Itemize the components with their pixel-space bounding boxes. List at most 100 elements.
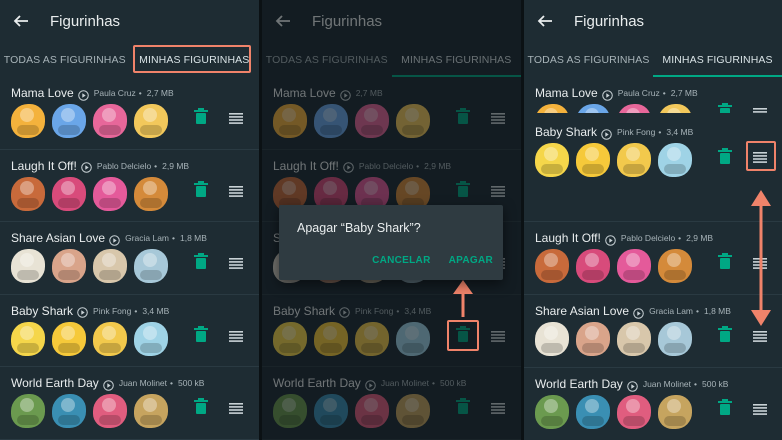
confirm-delete-button[interactable]: APAGAR <box>449 255 493 266</box>
separator-dot: • <box>396 305 400 316</box>
pack-name: Laugh It Off! <box>11 158 77 173</box>
back-arrow-icon[interactable] <box>274 12 292 30</box>
play-preview-icon[interactable] <box>601 127 612 140</box>
pack-row[interactable]: Mama Love Paula Cruz • 2,7 MB <box>524 77 782 113</box>
trash-icon[interactable] <box>194 253 208 269</box>
separator-dot: • <box>138 88 142 98</box>
back-arrow-icon[interactable] <box>536 12 554 30</box>
pack-size: 3,4 MB <box>666 127 694 137</box>
trash-icon[interactable] <box>718 253 732 269</box>
drag-handle-icon[interactable] <box>229 401 243 414</box>
page-title: Figurinhas <box>312 12 383 30</box>
cancel-button[interactable]: CANCELAR <box>372 255 431 266</box>
tab-all-stickers[interactable]: TODAS AS FIGURINHAS <box>524 42 653 77</box>
play-preview-icon[interactable] <box>365 378 376 391</box>
trash-icon[interactable] <box>456 398 470 414</box>
pack-name: Laugh It Off! <box>535 231 601 245</box>
sticker-thumbnail <box>396 104 430 138</box>
drag-handle-icon[interactable] <box>491 329 505 342</box>
pack-row[interactable]: Laugh It Off! Pablo Delcielo • 2,9 MB <box>0 150 259 222</box>
pack-row[interactable]: Mama Love Paula Cruz • 2,7 MB <box>0 77 259 150</box>
trash-icon[interactable] <box>456 180 470 197</box>
pack-size: 2,7 MB <box>670 88 698 98</box>
play-preview-icon[interactable] <box>605 233 616 246</box>
sticker-thumbnail <box>314 321 348 356</box>
sticker-thumbnail <box>273 394 307 428</box>
play-preview-icon[interactable] <box>627 379 638 392</box>
sticker-thumbnail <box>314 104 348 138</box>
play-preview-icon[interactable] <box>343 160 354 173</box>
drag-handle-icon[interactable] <box>491 111 505 124</box>
sticker-thumbnail <box>576 104 610 113</box>
tab-all-stickers[interactable]: TODAS AS FIGURINHAS <box>0 42 130 77</box>
trash-icon[interactable] <box>718 148 732 164</box>
pack-row[interactable]: Mama Love•2,7 MB <box>262 77 521 150</box>
dialog-question: Apagar “Baby Shark”? <box>297 221 421 235</box>
separator-dot: • <box>134 305 138 316</box>
drag-handle-icon[interactable] <box>753 106 767 113</box>
pack-name: Laugh It Off! <box>273 158 339 173</box>
pack-row[interactable]: Share Asian Love Gracia Lam • 1,8 MB <box>524 295 782 368</box>
play-preview-icon[interactable] <box>633 306 644 319</box>
pack-author: Gracia Lam <box>125 233 170 243</box>
pack-size: 1,8 MB <box>704 306 731 316</box>
sticker-previews <box>11 104 168 138</box>
sticker-thumbnail <box>134 321 168 356</box>
trash-icon[interactable] <box>194 398 208 414</box>
separator-dot: • <box>696 306 699 316</box>
drag-handle-icon[interactable] <box>753 329 767 342</box>
play-preview-icon[interactable] <box>601 88 613 101</box>
tab-bar: TODAS AS FIGURINHAS MINHAS FIGURINHAS <box>262 42 521 77</box>
app-header: Figurinhas <box>0 0 259 42</box>
play-preview-icon[interactable] <box>77 305 88 318</box>
trash-icon[interactable] <box>718 103 732 113</box>
pack-row[interactable]: World Earth Day Juan Molinet • 500 kB <box>524 368 782 440</box>
sticker-thumbnail <box>576 395 610 429</box>
separator-dot: • <box>172 233 175 243</box>
play-preview-icon[interactable] <box>339 305 350 318</box>
pack-row[interactable]: Baby Shark Pink Fong • 3,4 MB <box>0 295 259 367</box>
pack-author: Pablo Delcielo <box>358 160 414 171</box>
sticker-thumbnail <box>52 321 86 356</box>
sticker-thumbnail <box>11 249 45 283</box>
play-preview-icon[interactable] <box>77 88 89 101</box>
play-preview-icon[interactable] <box>81 160 92 173</box>
drag-handle-icon[interactable] <box>229 184 243 197</box>
sticker-thumbnail <box>658 104 692 113</box>
drag-handle-icon[interactable] <box>229 111 243 124</box>
drag-handle-icon[interactable] <box>491 401 505 414</box>
pack-size: 2,9 MB <box>686 233 714 243</box>
sticker-thumbnail <box>535 143 569 177</box>
drag-handle-icon[interactable] <box>229 329 243 342</box>
drag-handle-icon[interactable] <box>491 184 505 197</box>
pack-row[interactable]: Baby Shark Pink Fong • 3,4 MB <box>262 295 521 367</box>
tab-all-stickers[interactable]: TODAS AS FIGURINHAS <box>262 42 392 77</box>
pack-row[interactable]: Laugh It Off! Pablo Delcielo • 2,9 MB <box>524 222 782 295</box>
pack-row[interactable]: World Earth Day Juan Molinet • 500 kB <box>0 367 259 440</box>
drag-handle-icon[interactable] <box>753 402 767 415</box>
app-header: Figurinhas <box>262 0 521 42</box>
tab-my-stickers[interactable]: MINHAS FIGURINHAS <box>653 42 782 77</box>
sticker-previews <box>535 395 692 429</box>
sticker-thumbnail <box>355 321 389 356</box>
trash-icon[interactable] <box>194 108 208 124</box>
play-preview-icon[interactable] <box>339 88 351 101</box>
play-preview-icon[interactable] <box>103 378 114 391</box>
tab-my-stickers[interactable]: MINHAS FIGURINHAS <box>391 42 522 77</box>
trash-icon[interactable] <box>456 108 470 124</box>
pack-row[interactable]: Baby Shark Pink Fong • 3,4 MB <box>524 117 782 222</box>
sticker-thumbnail <box>93 321 127 356</box>
separator-dot: • <box>658 127 662 137</box>
vertical-double-arrow-annotation <box>751 190 771 326</box>
back-arrow-icon[interactable] <box>12 12 30 30</box>
pack-row[interactable]: World Earth Day Juan Molinet • 500 kB <box>262 367 521 440</box>
sticker-thumbnail <box>535 322 569 356</box>
drag-handle-highlight-box <box>746 141 776 171</box>
pack-row[interactable]: Share Asian Love Gracia Lam • 1,8 MB <box>0 222 259 295</box>
play-preview-icon[interactable] <box>109 233 120 246</box>
trash-icon[interactable] <box>718 326 732 342</box>
drag-handle-icon[interactable] <box>229 256 243 269</box>
trash-icon[interactable] <box>194 180 208 197</box>
trash-icon[interactable] <box>194 325 208 342</box>
trash-icon[interactable] <box>718 399 732 415</box>
